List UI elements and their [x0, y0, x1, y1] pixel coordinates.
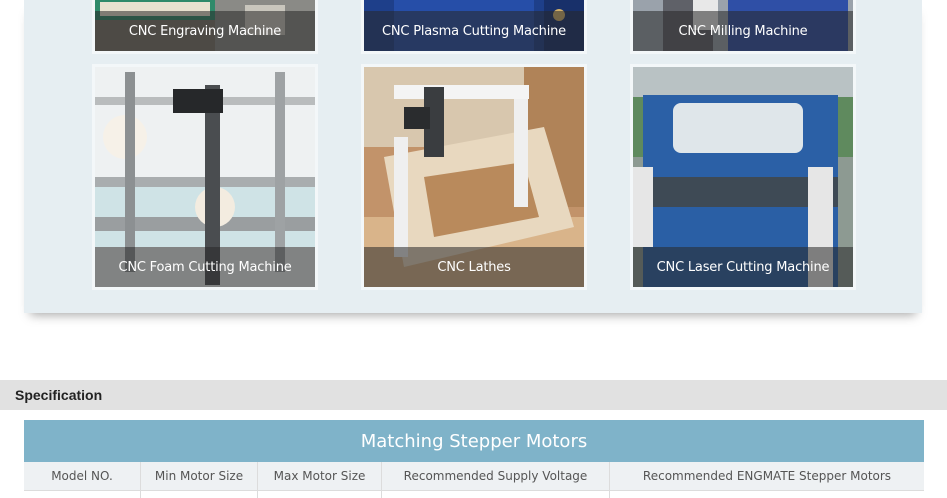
table-cell	[24, 491, 141, 498]
product-caption: CNC Foam Cutting Machine	[95, 247, 315, 287]
product-caption: CNC Engraving Machine	[95, 11, 315, 51]
product-card-laser[interactable]: CNC Laser Cutting Machine	[633, 67, 853, 287]
product-caption: CNC Milling Machine	[633, 11, 853, 51]
column-header: Model NO.	[24, 462, 141, 490]
product-caption: CNC Laser Cutting Machine	[633, 247, 853, 287]
product-card-engraving[interactable]: CNC Engraving Machine	[95, 0, 315, 51]
column-header: Recommended ENGMATE Stepper Motors	[642, 469, 892, 483]
table-cell	[141, 491, 258, 498]
column-header: Max Motor Size	[258, 462, 382, 490]
product-caption: CNC Plasma Cutting Machine	[364, 11, 584, 51]
specification-bar: Specification	[0, 380, 947, 410]
product-card-lathe[interactable]: CNC Lathes	[364, 67, 584, 287]
stepper-motor-table: Matching Stepper Motors Model NO. Min Mo…	[24, 420, 924, 498]
column-header: Recommended Supply Voltage	[382, 462, 610, 490]
product-card-plasma[interactable]: CNC Plasma Cutting Machine	[364, 0, 584, 51]
column-header: Min Motor Size	[141, 462, 258, 490]
product-gallery-panel: CNC Engraving Machine CNC Plasma Cutting…	[24, 0, 922, 313]
table-cell	[610, 491, 924, 498]
table-cell	[382, 491, 610, 498]
table-title: Matching Stepper Motors	[24, 420, 924, 462]
specification-heading: Specification	[15, 387, 103, 403]
table-cell	[258, 491, 382, 498]
product-card-milling[interactable]: CNC Milling Machine	[633, 0, 853, 51]
table-row	[24, 491, 924, 498]
table-header-row: Model NO. Min Motor Size Max Motor Size …	[24, 462, 924, 491]
product-caption: CNC Lathes	[364, 247, 584, 287]
product-card-foam[interactable]: CNC Foam Cutting Machine	[95, 67, 315, 287]
